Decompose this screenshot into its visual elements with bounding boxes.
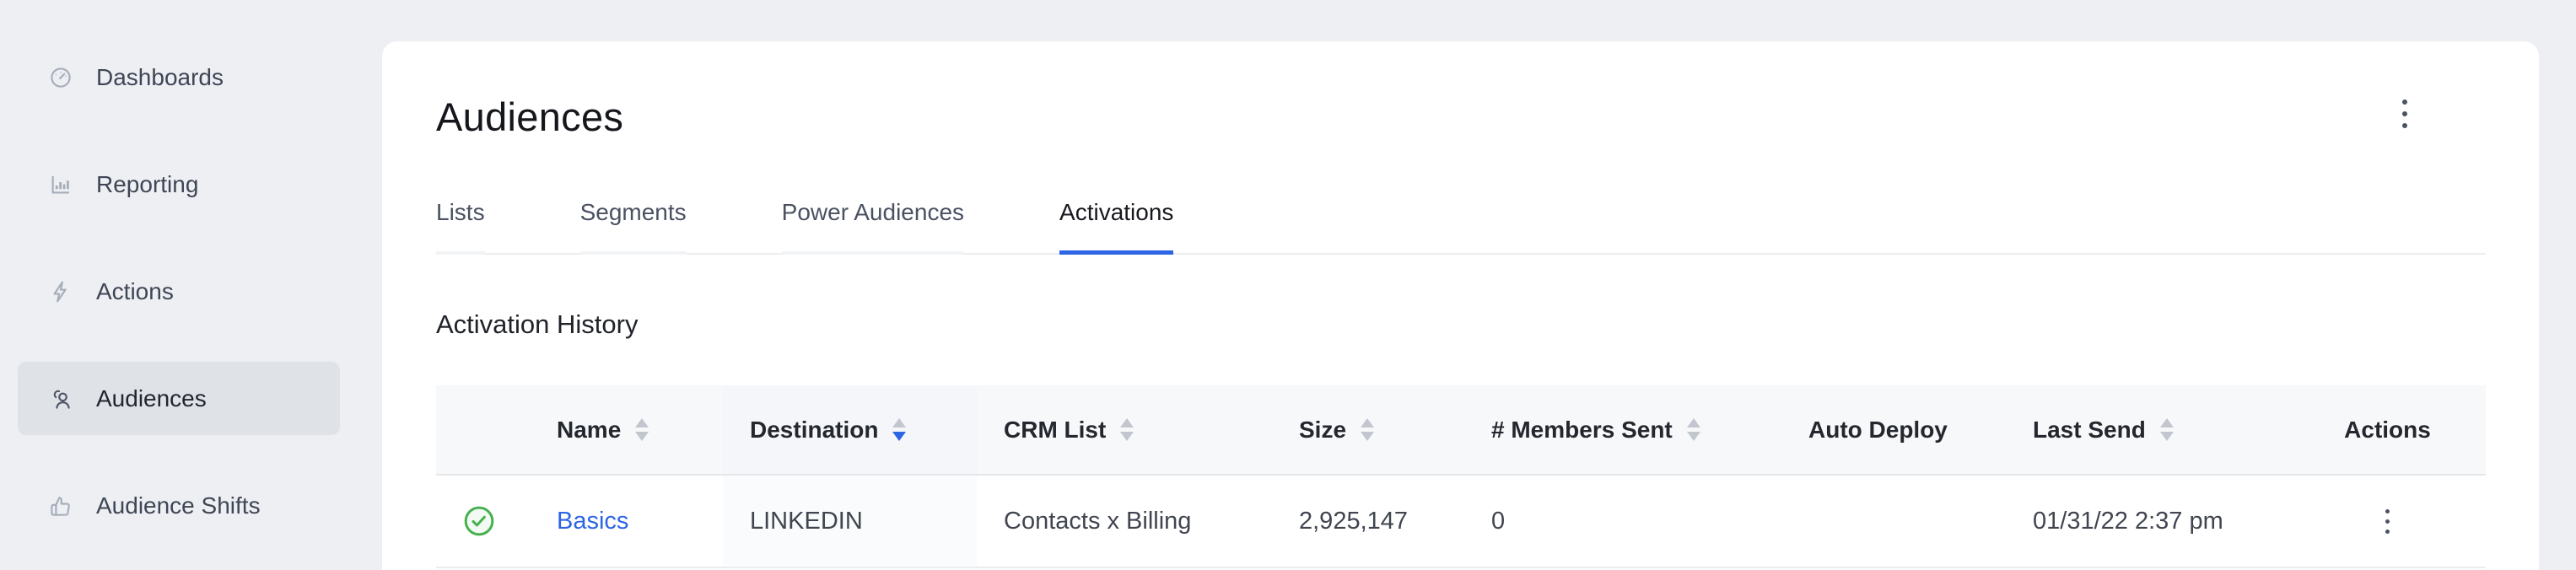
- sidebar-item-label: Actions: [96, 278, 174, 305]
- auto-deploy-cell: [1781, 476, 2006, 567]
- table-row: Basics LINKEDIN Contacts x Billing 2,925…: [436, 476, 2486, 568]
- sort-arrows-icon[interactable]: [635, 418, 649, 441]
- column-header-members-sent[interactable]: # Members Sent: [1464, 385, 1781, 474]
- column-header-status: [436, 385, 530, 474]
- column-header-last-send[interactable]: Last Send: [2006, 385, 2289, 474]
- page-title: Audiences: [436, 95, 2486, 139]
- activation-name-link[interactable]: Basics: [557, 508, 628, 535]
- sort-arrows-icon[interactable]: [1361, 418, 1374, 441]
- column-header-actions: Actions: [2289, 385, 2486, 474]
- sidebar-item-reporting[interactable]: Reporting: [18, 148, 340, 221]
- sidebar-item-dashboards[interactable]: Dashboards: [18, 40, 340, 114]
- tab-segments[interactable]: Segments: [580, 198, 687, 253]
- destination-cell: LINKEDIN: [723, 476, 977, 567]
- audiences-tab-bar: Lists Segments Power Audiences Activatio…: [436, 198, 2486, 255]
- sidebar-item-label: Audiences: [96, 385, 207, 412]
- column-header-size[interactable]: Size: [1272, 385, 1464, 474]
- column-header-auto-deploy: Auto Deploy: [1781, 385, 2006, 474]
- sidebar-item-label: Dashboards: [96, 64, 224, 91]
- tab-power-audiences[interactable]: Power Audiences: [782, 198, 964, 253]
- sort-arrows-icon[interactable]: [1120, 418, 1134, 441]
- lightning-icon: [48, 279, 73, 304]
- name-cell: Basics: [530, 476, 723, 567]
- size-cell: 2,925,147: [1272, 476, 1464, 567]
- last-send-cell: 01/31/22 2:37 pm: [2006, 476, 2289, 567]
- sidebar-item-label: Reporting: [96, 171, 198, 198]
- section-title: Activation History: [436, 310, 2486, 338]
- sort-arrows-icon[interactable]: [1687, 418, 1700, 441]
- panel-header: Audiences Lists Segments Power Audiences…: [436, 41, 2486, 255]
- more-options-icon[interactable]: [2385, 94, 2425, 134]
- success-check-icon: [463, 505, 495, 537]
- sidebar-item-label: Audience Shifts: [96, 492, 261, 519]
- crm-list-cell: Contacts x Billing: [977, 476, 1272, 567]
- activation-history-table: Name Destination CRM List Size # Members…: [436, 385, 2486, 568]
- table-header-row: Name Destination CRM List Size # Members…: [436, 385, 2486, 476]
- audiences-panel: Audiences Lists Segments Power Audiences…: [382, 41, 2539, 570]
- gauge-icon: [48, 65, 73, 90]
- column-header-name[interactable]: Name: [530, 385, 723, 474]
- status-cell: [436, 476, 530, 567]
- sidebar-item-actions[interactable]: Actions: [18, 255, 340, 328]
- column-header-destination[interactable]: Destination: [723, 385, 977, 474]
- tab-activations[interactable]: Activations: [1059, 198, 1173, 253]
- bar-chart-icon: [48, 172, 73, 197]
- sidebar-item-audience-shifts[interactable]: Audience Shifts: [18, 469, 340, 542]
- sidebar: Dashboards Reporting Actions: [0, 0, 382, 570]
- people-icon: [48, 386, 73, 411]
- sort-arrows-icon-active-desc[interactable]: [892, 418, 906, 441]
- sidebar-item-audiences[interactable]: Audiences: [18, 362, 340, 435]
- members-sent-cell: 0: [1464, 476, 1781, 567]
- sort-arrows-icon[interactable]: [2160, 418, 2174, 441]
- thumbs-up-icon: [48, 493, 73, 519]
- column-header-crm-list[interactable]: CRM List: [977, 385, 1272, 474]
- actions-cell: [2289, 476, 2486, 567]
- tab-lists[interactable]: Lists: [436, 198, 485, 253]
- row-more-options-icon[interactable]: [2377, 501, 2398, 542]
